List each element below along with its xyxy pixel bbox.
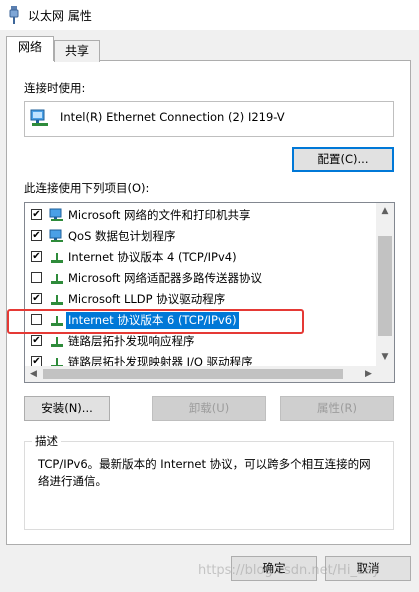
item-checkbox[interactable] — [31, 335, 42, 346]
list-item[interactable]: Microsoft 网络的文件和打印机共享 — [25, 205, 377, 226]
item-label: QoS 数据包计划程序 — [68, 229, 176, 243]
protocol-icon — [49, 292, 65, 306]
scroll-left-icon[interactable]: ◀ — [25, 366, 42, 382]
list-item[interactable]: Microsoft 网络适配器多路传送器协议 — [25, 268, 377, 289]
adapter-name: Intel(R) Ethernet Connection (2) I219-V — [60, 110, 285, 124]
network-client-icon — [49, 229, 65, 243]
description-title: 描述 — [32, 433, 61, 449]
scroll-up-icon[interactable]: ▲ — [376, 203, 394, 220]
configure-button[interactable]: 配置(C)... — [292, 147, 394, 172]
tab-sharing[interactable]: 共享 — [54, 40, 100, 62]
item-label: Microsoft 网络的文件和打印机共享 — [68, 208, 251, 222]
item-checkbox[interactable] — [31, 293, 42, 304]
item-label: Microsoft LLDP 协议驱动程序 — [68, 292, 226, 306]
item-checkbox[interactable] — [31, 272, 42, 283]
scroll-down-icon[interactable]: ▼ — [376, 349, 394, 366]
properties-button[interactable]: 属性(R) — [280, 396, 394, 421]
window-title: 以太网 属性 — [28, 9, 92, 23]
item-label: Microsoft 网络适配器多路传送器协议 — [68, 271, 262, 285]
vertical-scroll-thumb[interactable] — [378, 236, 392, 336]
list-item[interactable]: Microsoft LLDP 协议驱动程序 — [25, 289, 377, 310]
horizontal-scroll-thumb[interactable] — [43, 369, 343, 379]
connect-using-label: 连接时使用: — [24, 81, 86, 95]
item-checkbox[interactable] — [31, 230, 42, 241]
item-label: Internet 协议版本 4 (TCP/IPv4) — [68, 250, 237, 264]
list-item[interactable]: Internet 协议版本 4 (TCP/IPv4) — [25, 247, 377, 268]
list-item[interactable]: 链路层拓扑发现响应程序 — [25, 331, 377, 352]
watermark: https://blog.csdn.net/Hi_Lay — [198, 563, 380, 578]
item-label: 链路层拓扑发现响应程序 — [68, 334, 195, 348]
protocol-icon — [49, 334, 65, 348]
item-checkbox[interactable] — [31, 209, 42, 220]
item-checkbox[interactable] — [31, 251, 42, 262]
network-cable-icon — [8, 6, 20, 24]
protocol-icon — [49, 250, 65, 264]
scroll-right-icon[interactable]: ▶ — [360, 366, 377, 382]
network-client-icon — [49, 208, 65, 222]
tab-network[interactable]: 网络 — [6, 36, 54, 61]
description-text: TCP/IPv6。最新版本的 Internet 协议，可以跨多个相互连接的网络进… — [38, 457, 371, 488]
network-adapter-icon — [30, 109, 50, 127]
protocol-icon — [49, 271, 65, 285]
items-label: 此连接使用下列项目(O): — [24, 181, 150, 195]
annotation-highlight-box — [7, 309, 304, 334]
install-button[interactable]: 安装(N)... — [24, 396, 110, 421]
list-item[interactable]: QoS 数据包计划程序 — [25, 226, 377, 247]
items-list[interactable]: Microsoft 网络的文件和打印机共享 QoS 数据包计划程序 Intern… — [24, 202, 395, 383]
uninstall-button[interactable]: 卸载(U) — [152, 396, 266, 421]
